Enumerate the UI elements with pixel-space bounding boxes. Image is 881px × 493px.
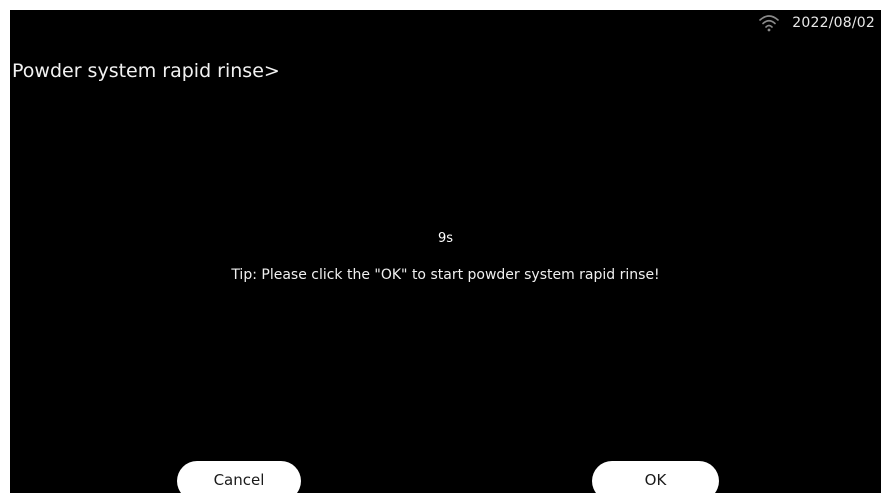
cancel-button[interactable]: Cancel bbox=[177, 461, 301, 493]
countdown-timer: 9s bbox=[437, 231, 454, 246]
date-text: 2022/08/02 bbox=[792, 15, 875, 31]
ok-button[interactable]: OK bbox=[592, 461, 719, 493]
device-screen: 2022/08/02 Powder system rapid rinse> 9s… bbox=[10, 10, 881, 493]
tip-message: Tip: Please click the "OK" to start powd… bbox=[231, 267, 660, 283]
wifi-icon bbox=[758, 13, 780, 33]
page-title: Powder system rapid rinse> bbox=[12, 60, 280, 82]
status-bar: 2022/08/02 bbox=[758, 10, 875, 36]
